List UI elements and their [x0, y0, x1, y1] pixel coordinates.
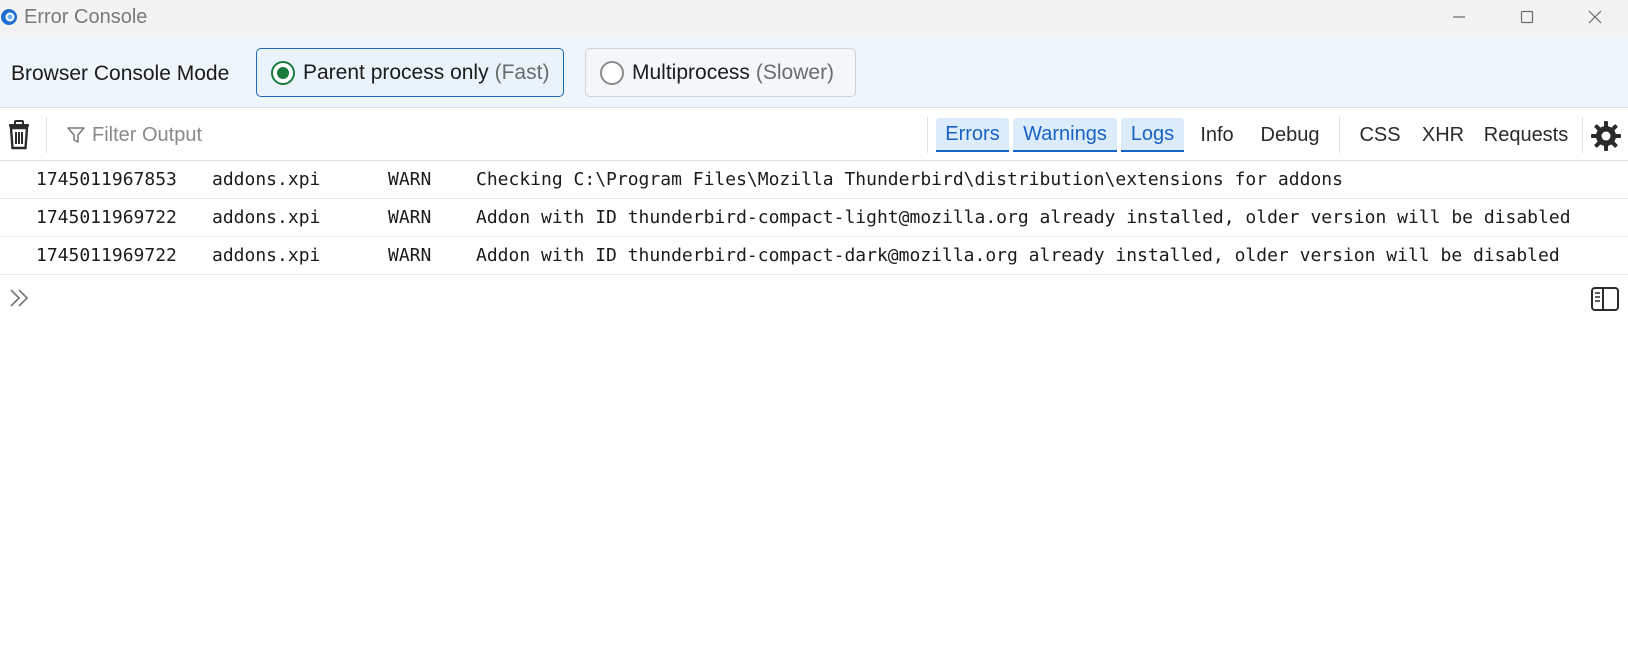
log-message: Addon with ID thunderbird-compact-light@…	[476, 207, 1571, 228]
sidebar-toggle-icon[interactable]	[1590, 286, 1620, 312]
multiprocess-option[interactable]: Multiprocess (Slower)	[585, 48, 856, 97]
tab-debug[interactable]: Debug	[1250, 118, 1330, 152]
maximize-button[interactable]	[1504, 0, 1550, 34]
parent-process-hint: (Fast)	[494, 60, 550, 84]
minimize-icon	[1453, 16, 1465, 18]
log-level: WARN	[388, 169, 432, 190]
close-icon	[1588, 10, 1602, 24]
radio-unselected-icon	[600, 60, 624, 85]
multiprocess-hint: (Slower)	[755, 60, 835, 84]
chevron-double-right-icon[interactable]	[8, 286, 32, 310]
parent-process-label: Parent process only	[303, 60, 489, 84]
thunderbird-app-icon	[1, 9, 17, 25]
toolbar-divider	[927, 117, 928, 153]
filter-toolbar: Errors Warnings Logs Info Debug CSS XHR …	[0, 109, 1628, 161]
maximize-icon	[1520, 10, 1534, 24]
minimize-button[interactable]	[1436, 0, 1482, 34]
log-row[interactable]: 1745011967853 addons.xpi WARN Checking C…	[0, 161, 1628, 199]
tab-errors[interactable]: Errors	[936, 118, 1009, 152]
log-timestamp: 1745011969722	[36, 245, 177, 266]
tab-info[interactable]: Info	[1188, 118, 1246, 152]
trash-icon[interactable]	[6, 120, 32, 150]
parent-process-option[interactable]: Parent process only (Fast)	[256, 48, 564, 97]
tab-requests[interactable]: Requests	[1476, 118, 1576, 152]
close-button[interactable]	[1572, 0, 1618, 34]
title-bar: Error Console	[0, 0, 1628, 36]
log-message: Checking C:\Program Files\Mozilla Thunde…	[476, 169, 1343, 190]
tab-xhr[interactable]: XHR	[1414, 118, 1472, 152]
radio-selected-icon	[271, 60, 295, 85]
log-timestamp: 1745011969722	[36, 207, 177, 228]
tab-logs[interactable]: Logs	[1121, 118, 1184, 152]
console-mode-bar: Browser Console Mode Parent process only…	[0, 36, 1628, 108]
console-output: 1745011967853 addons.xpi WARN Checking C…	[0, 161, 1628, 275]
filter-icon	[67, 127, 85, 143]
log-timestamp: 1745011967853	[36, 169, 177, 190]
filter-output-input[interactable]	[90, 119, 910, 151]
gear-icon[interactable]	[1590, 120, 1622, 152]
log-source: addons.xpi	[212, 245, 321, 266]
toolbar-divider	[1582, 117, 1583, 153]
toolbar-divider	[1339, 117, 1340, 153]
window-title: Error Console	[24, 6, 148, 28]
log-level: WARN	[388, 245, 432, 266]
console-mode-label: Browser Console Mode	[11, 62, 230, 85]
log-source: addons.xpi	[212, 169, 321, 190]
log-row[interactable]: 1745011969722 addons.xpi WARN Addon with…	[0, 237, 1628, 275]
multiprocess-label: Multiprocess	[632, 60, 750, 84]
log-message: Addon with ID thunderbird-compact-dark@m…	[476, 245, 1560, 266]
log-level: WARN	[388, 207, 432, 228]
tab-warnings[interactable]: Warnings	[1013, 118, 1117, 152]
toolbar-divider	[46, 117, 47, 153]
log-source: addons.xpi	[212, 207, 321, 228]
log-row[interactable]: 1745011969722 addons.xpi WARN Addon with…	[0, 199, 1628, 237]
tab-css[interactable]: CSS	[1348, 118, 1412, 152]
